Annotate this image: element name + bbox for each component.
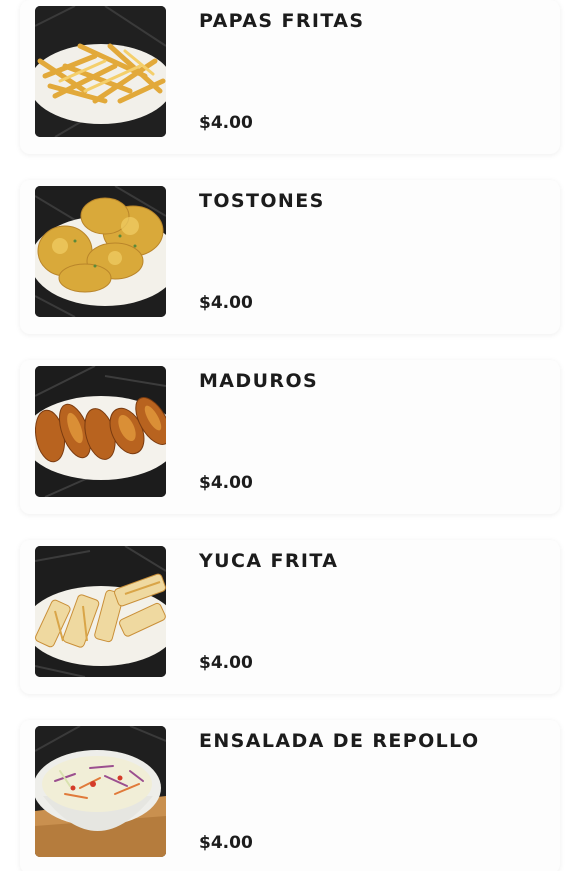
item-name: YUCA FRITA [199,550,339,572]
menu-item-card[interactable]: ENSALADA DE REPOLLO $4.00 [20,720,560,871]
item-price: $4.00 [199,113,253,133]
item-price: $4.00 [199,833,253,853]
item-price: $4.00 [199,653,253,673]
menu-item-card[interactable]: TOSTONES $4.00 [20,180,560,334]
item-price: $4.00 [199,473,253,493]
french-fries-image [35,6,166,137]
item-price: $4.00 [199,293,253,313]
item-name: PAPAS FRITAS [199,10,365,32]
item-name: ENSALADA DE REPOLLO [199,730,480,752]
yuca-frita-image [35,546,166,677]
menu-item-card[interactable]: YUCA FRITA $4.00 [20,540,560,694]
item-name: TOSTONES [199,190,325,212]
maduros-image [35,366,166,497]
coleslaw-image [35,726,166,857]
menu-list: PAPAS FRITAS $4.00 TOSTONES $4.00 MADURO… [0,0,569,871]
menu-item-card[interactable]: PAPAS FRITAS $4.00 [20,0,560,154]
tostones-image [35,186,166,317]
menu-item-card[interactable]: MADUROS $4.00 [20,360,560,514]
item-name: MADUROS [199,370,319,392]
